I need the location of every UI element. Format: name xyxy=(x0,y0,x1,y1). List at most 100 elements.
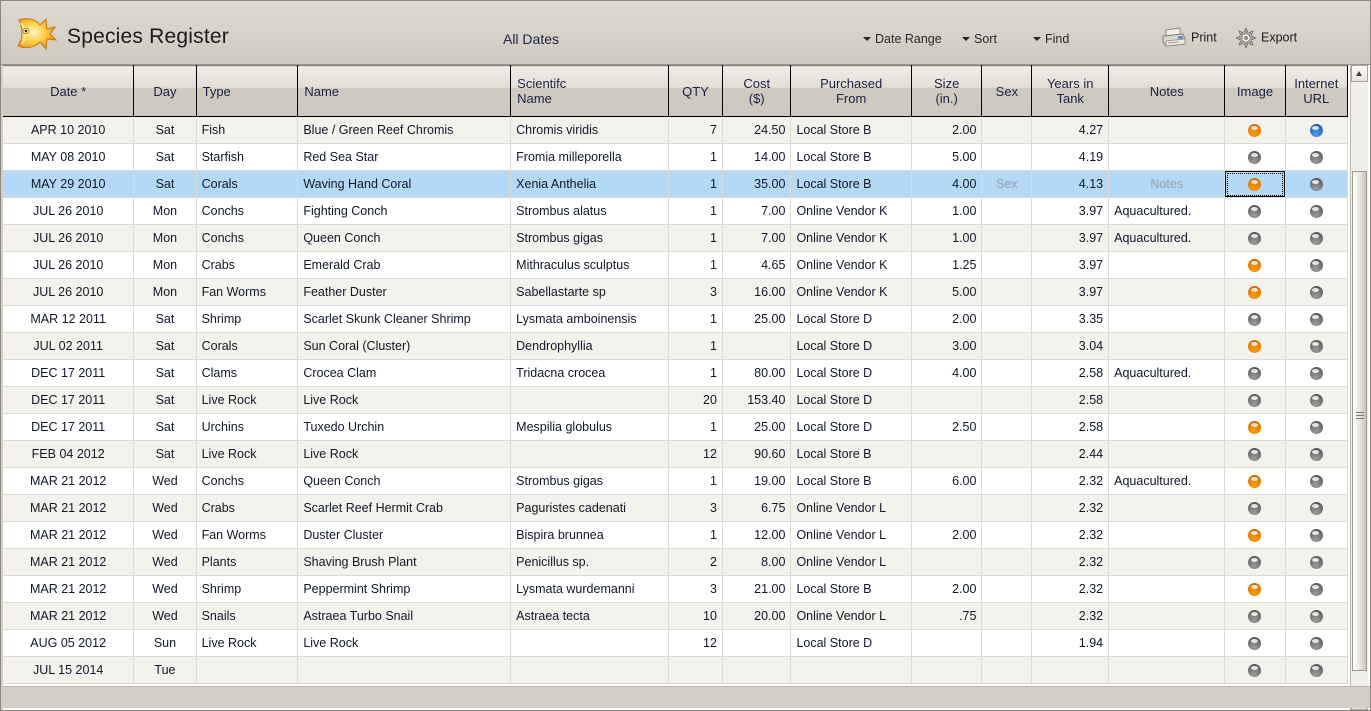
cell-qty[interactable]: 1 xyxy=(668,197,723,225)
cell-sciname[interactable] xyxy=(510,656,669,684)
cell-image[interactable] xyxy=(1224,413,1286,441)
table-row[interactable]: FEB 04 2012 Sat Live Rock Live Rock 12 90.60 L… xyxy=(3,440,1349,468)
cell-notes[interactable] xyxy=(1108,278,1226,306)
cell-cost[interactable]: 6.75 xyxy=(722,494,792,522)
table-row[interactable]: MAR 21 2012 Wed Snails Astraea Turbo Snail A… xyxy=(3,602,1349,630)
cell-date[interactable]: MAR 21 2012 xyxy=(3,602,135,630)
cell-cost[interactable]: 4.65 xyxy=(722,251,792,279)
cell-name[interactable]: Queen Conch xyxy=(297,467,512,495)
cell-purchased[interactable]: Online Vendor L xyxy=(790,521,912,549)
cell-size[interactable]: .75 xyxy=(911,602,983,630)
cell-date[interactable]: JUL 26 2010 xyxy=(3,224,135,252)
url-status-icon[interactable] xyxy=(1309,286,1323,300)
cell-type[interactable]: Crabs xyxy=(196,494,299,522)
cell-notes[interactable] xyxy=(1108,494,1226,522)
cell-url[interactable] xyxy=(1285,386,1349,414)
table-row[interactable]: DEC 17 2011 Sat Clams Crocea Clam Tridacna c… xyxy=(3,359,1349,387)
cell-day[interactable]: Wed xyxy=(133,521,197,549)
cell-notes[interactable]: Aquacultured. xyxy=(1108,197,1226,225)
cell-years[interactable]: 3.97 xyxy=(1031,197,1110,225)
cell-url[interactable] xyxy=(1285,548,1349,576)
url-status-icon[interactable] xyxy=(1309,232,1323,246)
cell-qty[interactable]: 12 xyxy=(668,629,723,657)
cell-image[interactable] xyxy=(1224,224,1286,252)
cell-years[interactable]: 3.97 xyxy=(1031,278,1110,306)
cell-notes[interactable]: Aquacultured. xyxy=(1108,359,1226,387)
cell-notes[interactable] xyxy=(1108,116,1226,144)
column-header-sex[interactable]: Sex xyxy=(981,65,1033,117)
table-row[interactable]: MAR 12 2011 Sat Shrimp Scarlet Skunk Cleane… xyxy=(3,305,1349,333)
url-status-icon[interactable] xyxy=(1309,340,1323,354)
cell-cost[interactable]: 35.00 xyxy=(722,170,792,198)
cell-name[interactable]: Peppermint Shrimp xyxy=(297,575,512,603)
cell-years[interactable]: 2.44 xyxy=(1031,440,1110,468)
cell-purchased[interactable]: Online Vendor K xyxy=(790,278,912,306)
cell-url[interactable] xyxy=(1285,602,1349,630)
column-header-years[interactable]: Years in Tank xyxy=(1031,65,1110,117)
cell-type[interactable]: Live Rock xyxy=(196,386,299,414)
cell-name[interactable]: Live Rock xyxy=(297,386,512,414)
cell-url[interactable] xyxy=(1285,521,1349,549)
cell-years[interactable]: 2.32 xyxy=(1031,575,1110,603)
cell-size[interactable]: 3.00 xyxy=(911,332,983,360)
cell-type[interactable]: Starfish xyxy=(196,143,299,171)
cell-image[interactable] xyxy=(1224,143,1286,171)
cell-date[interactable]: MAY 08 2010 xyxy=(3,143,135,171)
cell-purchased[interactable]: Local Store B xyxy=(790,116,912,144)
cell-cost[interactable]: 21.00 xyxy=(722,575,792,603)
cell-sex[interactable] xyxy=(981,386,1033,414)
cell-url[interactable] xyxy=(1285,278,1349,306)
cell-url[interactable] xyxy=(1285,575,1349,603)
menu-date-range[interactable]: Date Range xyxy=(863,32,942,46)
scroll-up-arrow-icon[interactable] xyxy=(1351,65,1368,82)
cell-date[interactable]: MAR 21 2012 xyxy=(3,548,135,576)
cell-years[interactable]: 1.94 xyxy=(1031,629,1110,657)
cell-image[interactable] xyxy=(1224,548,1286,576)
image-status-icon[interactable] xyxy=(1248,448,1262,462)
scrollbar-thumb[interactable] xyxy=(1352,171,1367,671)
image-status-icon[interactable] xyxy=(1248,286,1262,300)
cell-size[interactable] xyxy=(911,629,983,657)
cell-qty[interactable]: 1 xyxy=(668,143,723,171)
cell-sciname[interactable]: Strombus gigas xyxy=(510,467,669,495)
cell-size[interactable] xyxy=(911,656,983,684)
cell-cost[interactable]: 90.60 xyxy=(722,440,792,468)
url-status-icon[interactable] xyxy=(1309,367,1323,381)
image-status-icon[interactable] xyxy=(1248,340,1262,354)
cell-date[interactable]: FEB 04 2012 xyxy=(3,440,135,468)
cell-day[interactable]: Sat xyxy=(133,440,197,468)
cell-date[interactable]: MAR 21 2012 xyxy=(3,494,135,522)
cell-type[interactable]: Urchins xyxy=(196,413,299,441)
cell-sex[interactable] xyxy=(981,359,1033,387)
cell-notes[interactable] xyxy=(1108,413,1226,441)
table-row[interactable]: JUL 26 2010 Mon Fan Worms Feather Duster Sab… xyxy=(3,278,1349,306)
cell-years[interactable]: 2.32 xyxy=(1031,467,1110,495)
cell-image[interactable] xyxy=(1224,332,1286,360)
cell-type[interactable]: Fish xyxy=(196,116,299,144)
url-status-icon[interactable] xyxy=(1309,178,1323,192)
cell-image[interactable] xyxy=(1224,116,1286,144)
cell-years[interactable]: 2.32 xyxy=(1031,494,1110,522)
cell-day[interactable]: Mon xyxy=(133,224,197,252)
cell-size[interactable]: 2.00 xyxy=(911,116,983,144)
image-status-icon[interactable] xyxy=(1248,475,1262,489)
cell-type[interactable]: Fan Worms xyxy=(196,278,299,306)
export-button[interactable]: Export xyxy=(1235,25,1297,49)
cell-purchased[interactable]: Local Store D xyxy=(790,332,912,360)
url-status-icon[interactable] xyxy=(1309,502,1323,516)
cell-years[interactable]: 2.58 xyxy=(1031,386,1110,414)
cell-size[interactable] xyxy=(911,494,983,522)
cell-cost[interactable]: 153.40 xyxy=(722,386,792,414)
cell-day[interactable]: Sat xyxy=(133,359,197,387)
cell-image[interactable] xyxy=(1224,467,1286,495)
image-status-icon[interactable] xyxy=(1248,502,1262,516)
cell-name[interactable]: Shaving Brush Plant xyxy=(297,548,512,576)
cell-url[interactable] xyxy=(1285,467,1349,495)
table-row[interactable]: MAR 21 2012 Wed Plants Shaving Brush Plant P… xyxy=(3,548,1349,576)
table-row[interactable]: MAR 21 2012 Wed Crabs Scarlet Reef Hermit C… xyxy=(3,494,1349,522)
cell-type[interactable]: Live Rock xyxy=(196,629,299,657)
cell-notes[interactable] xyxy=(1108,143,1226,171)
cell-sex[interactable] xyxy=(981,656,1033,684)
cell-size[interactable]: 2.00 xyxy=(911,575,983,603)
cell-size[interactable]: 2.00 xyxy=(911,305,983,333)
